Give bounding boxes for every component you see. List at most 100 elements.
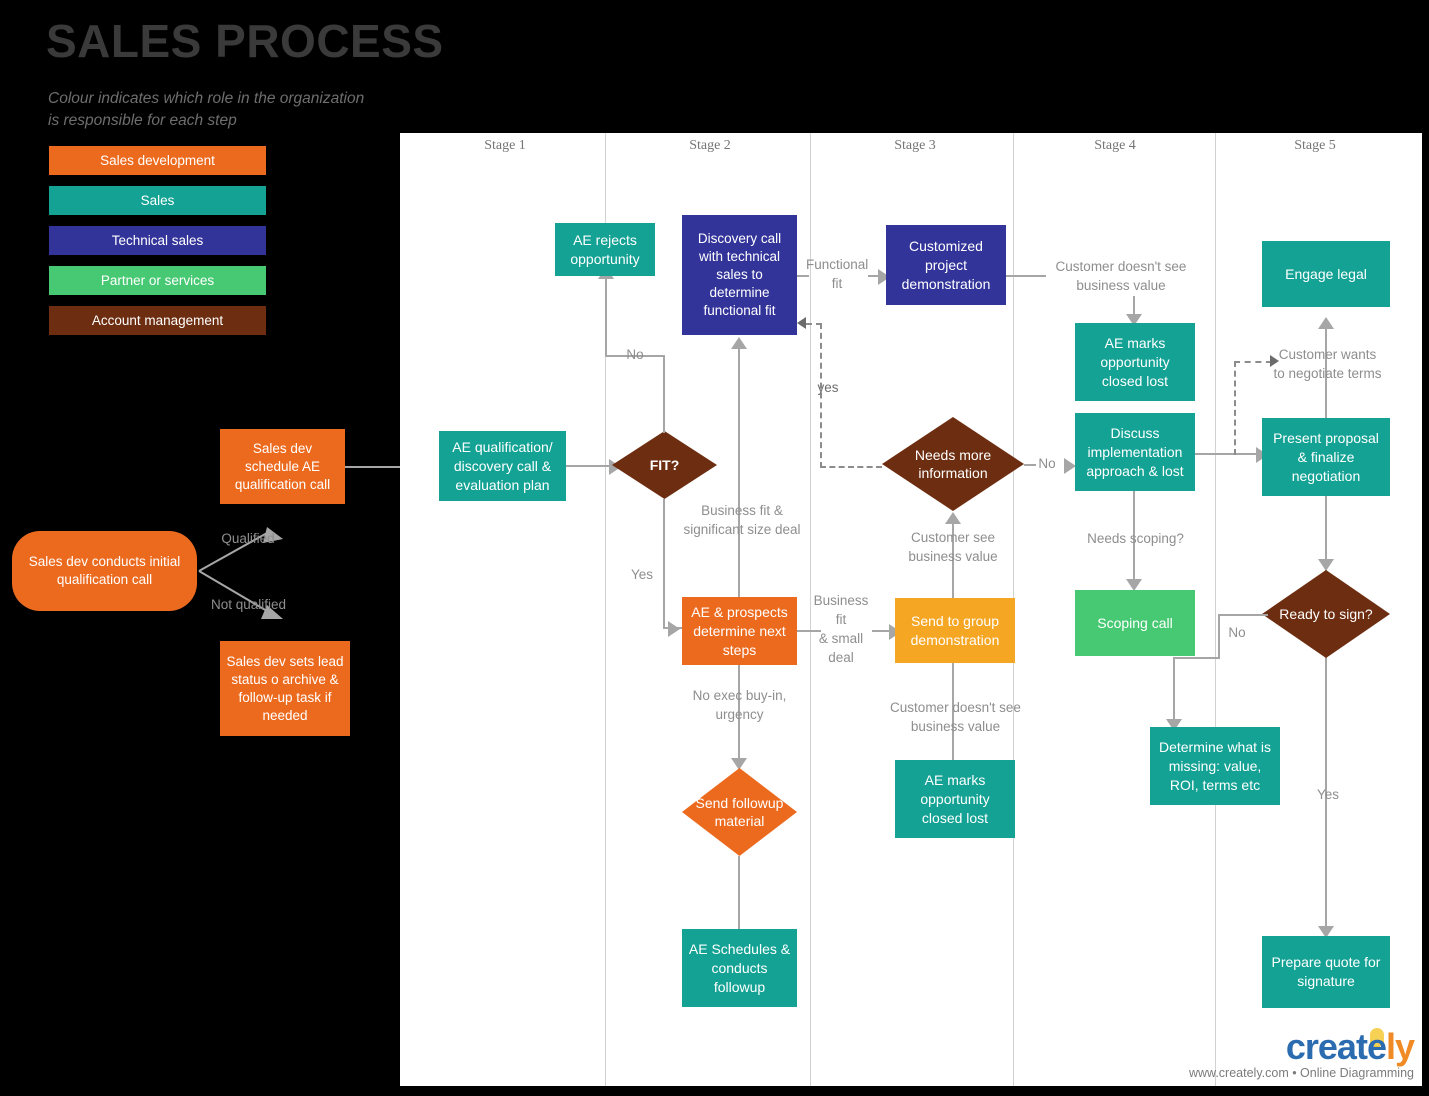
node-needs-more-information[interactable]: Needs more information [882, 417, 1024, 511]
edge-label-yes-more-info: yes [817, 380, 839, 395]
node-discuss-implementation-approach[interactable]: Discuss implementation approach & lost [1075, 413, 1195, 491]
brand-wordmark: creately [1189, 1026, 1415, 1067]
node-label: Determine what is missing: value, ROI, t… [1158, 738, 1272, 793]
legend-item-partner-or-services: Partner or services [49, 266, 266, 295]
edge-fit-no-up [663, 355, 665, 433]
edge-label-qualified: Qualified [221, 531, 275, 546]
edge-arrow-up [731, 337, 747, 349]
node-ae-rejects-opportunity[interactable]: AE rejects opportunity [555, 223, 655, 276]
node-present-proposal-finalize-negotiation[interactable]: Present proposal & finalize negotiation [1262, 418, 1390, 496]
edge-label-fit-yes: Yes [630, 567, 654, 582]
node-label: Present proposal & finalize negotiation [1273, 429, 1379, 484]
node-label: Prepare quote for signature [1271, 954, 1381, 989]
stage-label-5: Stage 5 [1294, 138, 1336, 153]
legend-label: Account management [91, 313, 224, 328]
flowchart-canvas: Stage 1 Stage 2 Stage 3 Stage 4 Stage 5 … [400, 133, 1422, 1086]
edge-dashed-yes-bottom [820, 466, 882, 468]
node-label: Sales dev conducts initial qualification… [28, 554, 181, 587]
legend-label: Technical sales [111, 233, 204, 248]
node-label: AE marks opportunity closed lost [920, 771, 990, 826]
node-label: Needs more information [914, 447, 992, 481]
node-label: AE qualification/ discovery call & evalu… [452, 438, 553, 493]
node-label: AE Schedules & conducts followup [688, 940, 791, 995]
legend-label: Partner or services [100, 273, 215, 288]
node-sales-dev-sets-lead-status[interactable]: Sales dev sets lead status o archive & f… [220, 641, 350, 736]
edge-label-customer-wants-negotiate: Customer wants to negotiate terms [1273, 347, 1382, 381]
node-label: FIT? [649, 457, 680, 473]
node-label: Send to group demonstration [910, 612, 1000, 648]
node-label: Customized project demonstration [901, 237, 991, 292]
legend-label: Sales development [100, 153, 215, 168]
node-prepare-quote-for-signature[interactable]: Prepare quote for signature [1262, 936, 1390, 1008]
edge-label-functional-fit: Functional fit [806, 257, 869, 291]
legend-item-sales-development: Sales development [49, 146, 266, 175]
stage-label-3: Stage 3 [894, 138, 936, 153]
page-title: SALES PROCESS [46, 15, 444, 67]
diagram-root: SALES PROCESS Colour indicates which rol… [0, 0, 1429, 1096]
stage-label-4: Stage 4 [1094, 138, 1136, 153]
node-fit-decision[interactable]: FIT? [612, 431, 717, 499]
edge-customizeddemo-down [1133, 296, 1135, 316]
legend-item-sales: Sales [49, 186, 266, 215]
stage-label-2: Stage 2 [689, 138, 731, 153]
node-customized-project-demonstration[interactable]: Customized project demonstration [886, 225, 1006, 305]
edge-arrow-left [797, 317, 806, 329]
creately-logo: creately www.creately.com • Online Diagr… [1189, 1026, 1415, 1081]
edge-arrow-up [945, 512, 961, 524]
node-send-to-group-demonstration[interactable]: Send to group demonstration [895, 598, 1015, 663]
brand-name-part2: ly [1385, 1026, 1415, 1067]
node-ready-to-sign[interactable]: Ready to sign? [1262, 570, 1390, 658]
edge-ready-no-left [1218, 614, 1268, 616]
stage-divider-4 [1215, 133, 1216, 1086]
node-send-followup-material[interactable]: Send followup material [682, 768, 797, 856]
node-label: AE & prospects determine next steps [691, 603, 788, 658]
edge-ready-no-down2 [1173, 657, 1175, 721]
edge-followup-down [738, 856, 740, 939]
edge-dashed-negotiate-vertical [1234, 361, 1236, 455]
node-label: Engage legal [1285, 265, 1367, 282]
edge-arrow-up [1318, 317, 1334, 329]
edge-label-customer-no-value-s4: Customer doesn't see business value [1055, 259, 1187, 293]
edge-label-fit-no: No [626, 347, 644, 362]
edge-fit-yes-down [663, 499, 665, 629]
edge-label-needs-scoping: Needs scoping? [1087, 531, 1184, 546]
node-label: AE rejects opportunity [570, 231, 640, 267]
node-ae-marks-opportunity-closed-lost-stage4[interactable]: AE marks opportunity closed lost [1075, 323, 1195, 401]
edge-label-customer-no-value-s3: Customer doesn't see business value [890, 700, 1021, 734]
edge-customizeddemo-right [1006, 275, 1046, 277]
node-ae-prospects-determine-next-steps[interactable]: AE & prospects determine next steps [682, 597, 797, 665]
node-label: Sales dev schedule AE qualification call [234, 440, 331, 492]
node-engage-legal[interactable]: Engage legal [1262, 241, 1390, 307]
edge-discuss-right [1195, 453, 1259, 455]
node-determine-what-is-missing[interactable]: Determine what is missing: value, ROI, t… [1150, 727, 1280, 805]
edge-label-not-qualified: Not qualified [210, 597, 287, 612]
edge-label-no-exec-buyin: No exec buy-in, urgency [692, 688, 787, 722]
node-ae-schedules-conducts-followup[interactable]: AE Schedules & conducts followup [682, 929, 797, 1007]
edge-dashed-yes-top [806, 323, 822, 325]
edge-fit-no-up2 [605, 278, 607, 356]
node-label: Ready to sign? [1279, 606, 1373, 622]
edge-ready-no-left2 [1173, 657, 1220, 659]
edge-label-business-fit-significant: Business fit & significant size deal [683, 503, 801, 537]
node-label: Scoping call [1097, 614, 1173, 631]
node-ae-marks-opportunity-closed-lost-stage3[interactable]: AE marks opportunity closed lost [895, 760, 1015, 838]
node-label: Sales dev sets lead status o archive & f… [226, 653, 344, 723]
legend-item-technical-sales: Technical sales [49, 226, 266, 255]
edge-label-needs-more-info-no: No [1038, 456, 1056, 471]
stage-label-1: Stage 1 [484, 138, 526, 153]
node-schedule-ae-qualification-call[interactable]: Sales dev schedule AE qualification call [220, 429, 345, 504]
edge-branch-qualified-notqualified [198, 527, 283, 619]
page-subtitle: Colour indicates which role in the organ… [48, 90, 365, 129]
node-label: AE marks opportunity closed lost [1100, 334, 1170, 389]
node-ae-qualification-discovery-call[interactable]: AE qualification/ discovery call & evalu… [439, 431, 566, 501]
edge-aequal-to-fit [566, 465, 610, 467]
node-label: Discuss implementation approach & lost [1086, 424, 1184, 479]
node-scoping-call[interactable]: Scoping call [1075, 590, 1195, 656]
legend-item-account-management: Account management [49, 306, 266, 335]
legend-label: Sales [140, 193, 175, 208]
node-discovery-call-technical-sales[interactable]: Discovery call with technical sales to d… [682, 215, 797, 335]
legend: Sales development Sales Technical sales … [49, 146, 266, 346]
edge-label-business-fit-small: Business fit & small deal [813, 593, 869, 665]
brand-name-part1: create [1285, 1026, 1387, 1067]
node-initial-qualification-call[interactable]: Sales dev conducts initial qualification… [12, 531, 197, 611]
